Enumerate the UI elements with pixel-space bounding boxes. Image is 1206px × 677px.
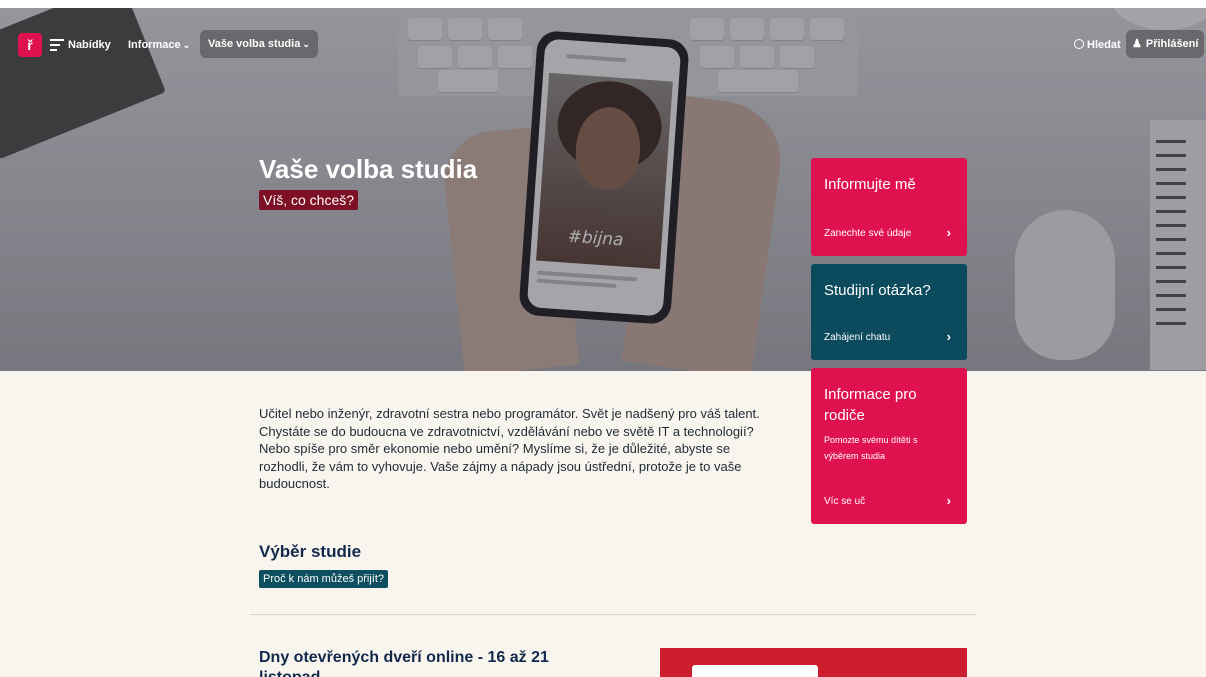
card-link-learn-more[interactable]: Víc se uč <box>824 496 865 507</box>
search-icon <box>1074 39 1084 49</box>
intro-paragraph: Učitel nebo inženýr, zdravotní sestra ne… <box>259 406 760 491</box>
event-title[interactable]: Dny otevřených dveří online - 16 až 21 l… <box>259 648 579 677</box>
divider <box>250 614 976 615</box>
hero-tagline: Víš, co chceš? <box>259 190 359 210</box>
page-title: Vaše volba studia <box>259 154 478 184</box>
search-button[interactable]: Hledat <box>1074 33 1121 57</box>
card-inform-me[interactable]: Informujte mě Zanechte své údaje › <box>811 158 967 256</box>
section-title: Výběr studie <box>259 542 362 561</box>
section-badge[interactable]: Proč k nám můžeš přijít? <box>259 570 389 588</box>
nav-study-choice-label: Vaše volba studia <box>208 38 301 50</box>
nav-info-label: Informace <box>128 39 181 51</box>
top-navigation: ř Nabídky Informace ⌄ Vaše volba studia ⌄ … <box>0 30 1206 60</box>
menu-icon[interactable] <box>50 39 64 51</box>
search-label: Hledat <box>1087 39 1121 51</box>
nav-offers[interactable]: Nabídky <box>68 33 111 57</box>
card-title: Informace pro rodiče <box>824 386 917 424</box>
login-label: Přihlášení <box>1145 38 1199 50</box>
nav-info[interactable]: Informace ⌄ <box>128 33 190 57</box>
chevron-down-icon: ⌄ <box>302 39 310 49</box>
card-parents-info[interactable]: Informace pro rodiče Pomozte svému dítět… <box>811 368 967 524</box>
card-link-leave-details[interactable]: Zanechte své údaje <box>824 228 911 239</box>
top-frame <box>0 0 1206 8</box>
chevron-down-icon: ⌄ <box>182 40 191 50</box>
card-link-start-chat[interactable]: Zahájení chatu <box>824 332 890 343</box>
nav-study-choice[interactable]: Vaše volba studia ⌄ <box>200 30 318 58</box>
promo-image[interactable] <box>660 648 967 677</box>
card-study-question[interactable]: Studijní otázka? Zahájení chatu › <box>811 264 967 360</box>
card-subtitle: Pomozte svému dítěti s výběrem studia <box>824 435 918 461</box>
card-title: Informujte mě <box>824 176 916 193</box>
chevron-right-icon: › <box>946 493 951 508</box>
chevron-right-icon: › <box>946 225 951 240</box>
promo-graphic <box>692 665 818 677</box>
card-title: Studijní otázka? <box>824 282 931 299</box>
brand-logo[interactable]: ř <box>18 33 42 57</box>
chevron-right-icon: › <box>946 329 951 344</box>
user-icon: ♟ <box>1132 38 1142 50</box>
login-button[interactable]: ♟ Přihlášení <box>1126 30 1205 58</box>
